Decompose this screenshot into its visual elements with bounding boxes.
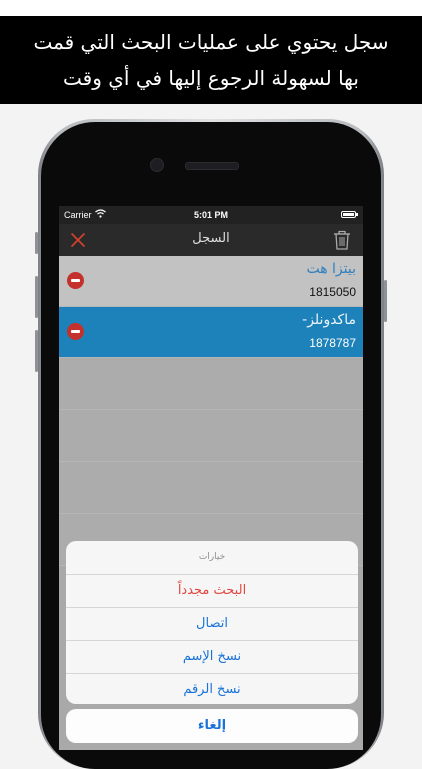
row-name: ماكدونلز- xyxy=(302,312,356,328)
history-list: بيتزا هت 1815050 ماكدونلز- 1878787 xyxy=(59,256,363,566)
battery-icon xyxy=(341,211,358,218)
empty-row xyxy=(59,410,363,462)
promo-banner: سجل يحتوي على عمليات البحث التي قمت بها … xyxy=(0,16,422,104)
nav-bar: السجل xyxy=(59,224,363,256)
earpiece-speaker xyxy=(185,162,239,170)
empty-row xyxy=(59,462,363,514)
front-camera xyxy=(150,158,164,172)
power-button xyxy=(384,280,387,322)
copy-number-button[interactable]: نسخ الرقم xyxy=(66,674,358,704)
copy-name-button[interactable]: نسخ الإسم xyxy=(66,641,358,674)
row-name: بيتزا هت xyxy=(306,261,356,277)
banner-line-2: بها لسهولة الرجوع إليها في أي وقت xyxy=(63,66,359,90)
search-again-button[interactable]: البحث مجدداً xyxy=(66,575,358,608)
action-sheet: خيارات البحث مجدداً اتصال نسخ الإسم نسخ … xyxy=(66,541,358,704)
history-row[interactable]: بيتزا هت 1815050 xyxy=(59,256,363,307)
page-title: السجل xyxy=(192,231,230,246)
delete-icon[interactable] xyxy=(67,272,84,289)
mute-switch xyxy=(35,232,38,254)
volume-up-button xyxy=(35,276,38,318)
empty-row xyxy=(59,358,363,410)
history-row-selected[interactable]: ماكدونلز- 1878787 xyxy=(59,307,363,358)
delete-icon[interactable] xyxy=(67,323,84,340)
trash-icon[interactable] xyxy=(332,229,352,251)
action-sheet-title: خيارات xyxy=(66,541,358,575)
top-strip xyxy=(0,0,422,16)
row-number: 1878787 xyxy=(309,336,356,350)
status-bar: Carrier 5:01 PM xyxy=(59,206,363,224)
volume-down-button xyxy=(35,330,38,372)
cancel-button[interactable]: إلغاء xyxy=(66,709,358,743)
banner-line-1: سجل يحتوي على عمليات البحث التي قمت xyxy=(33,30,389,54)
row-number: 1815050 xyxy=(309,285,356,299)
status-time: 5:01 PM xyxy=(193,210,228,220)
call-button[interactable]: اتصال xyxy=(66,608,358,641)
